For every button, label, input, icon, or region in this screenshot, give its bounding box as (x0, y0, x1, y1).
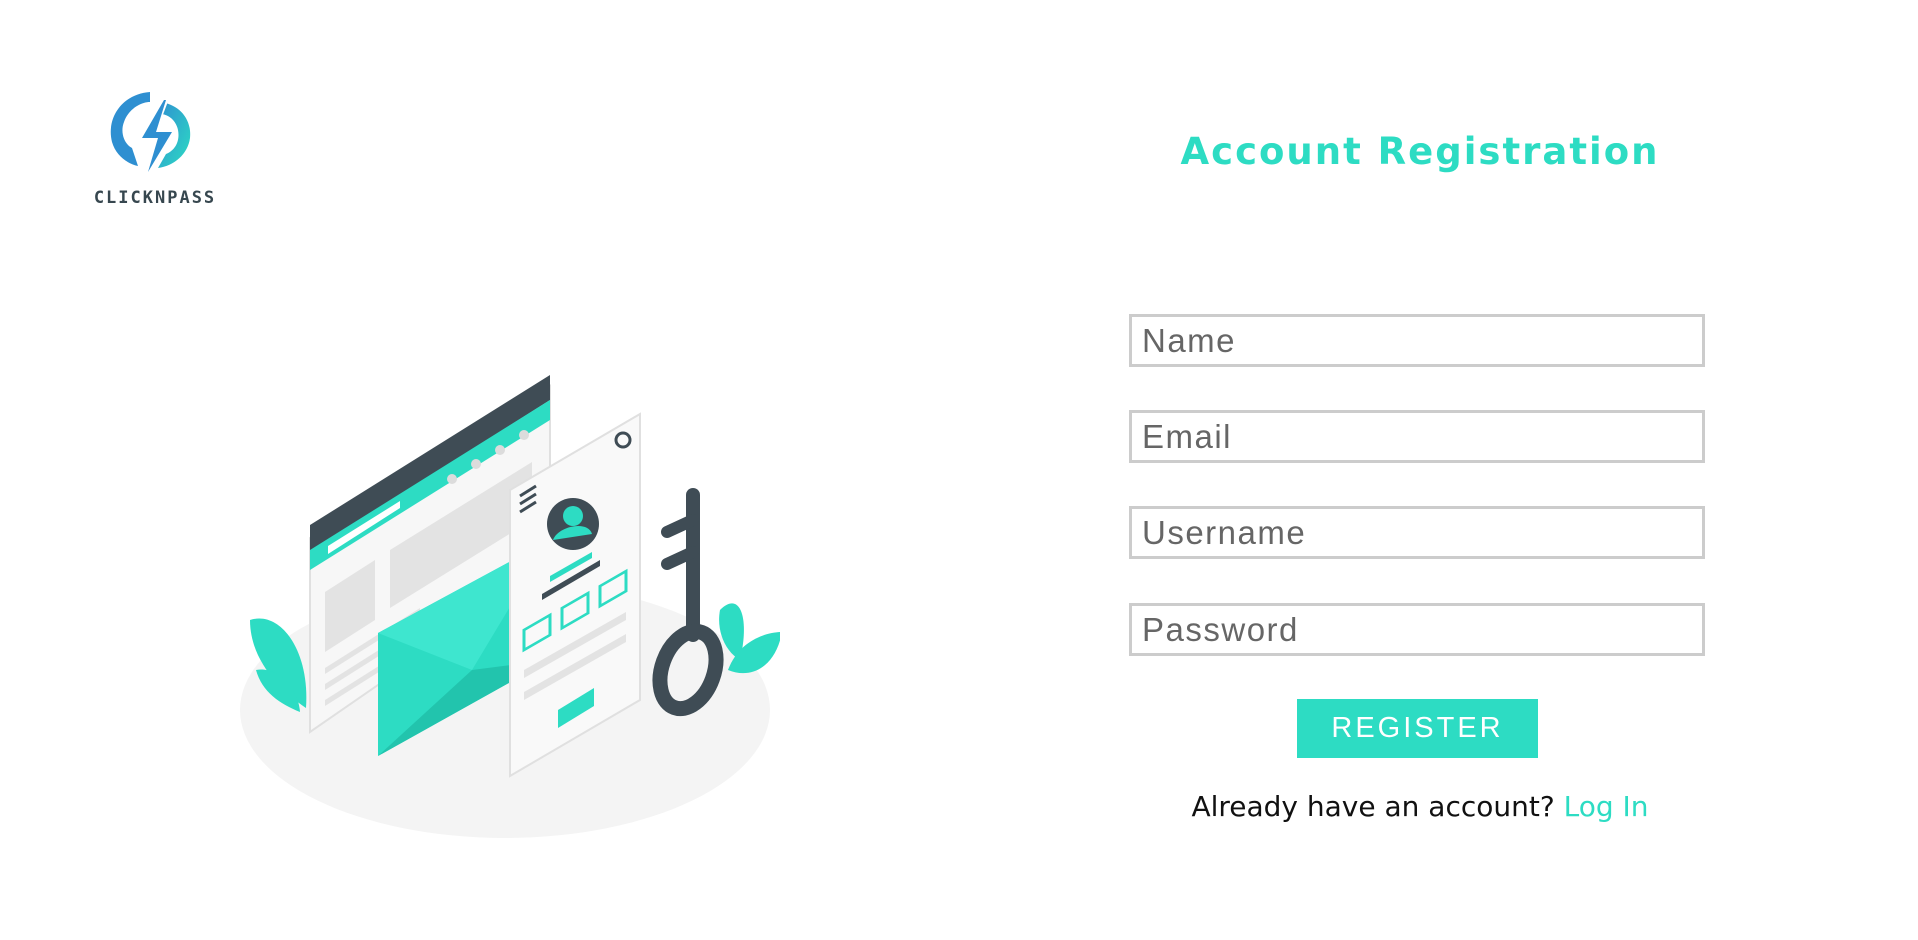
page-title: Account Registration (1180, 130, 1660, 173)
registration-page: CLICKNPASS Account Registration Name Ema… (0, 0, 1918, 940)
register-button[interactable]: REGISTER (1297, 699, 1538, 758)
email-input[interactable] (1129, 410, 1705, 463)
name-input[interactable] (1129, 314, 1705, 367)
lightning-logo-icon (110, 92, 191, 180)
login-link[interactable]: Log In (1564, 790, 1649, 823)
login-prompt-text: Already have an account? (1191, 790, 1555, 823)
brand-wordmark: CLICKNPASS (93, 188, 217, 208)
password-input[interactable] (1129, 603, 1705, 656)
hero-illustration (240, 370, 782, 850)
brand-logo[interactable]: CLICKNPASS (92, 88, 222, 213)
login-prompt: Already have an account? Log In (1130, 790, 1710, 823)
username-input[interactable] (1129, 506, 1705, 559)
registration-illustration-icon (240, 375, 782, 838)
